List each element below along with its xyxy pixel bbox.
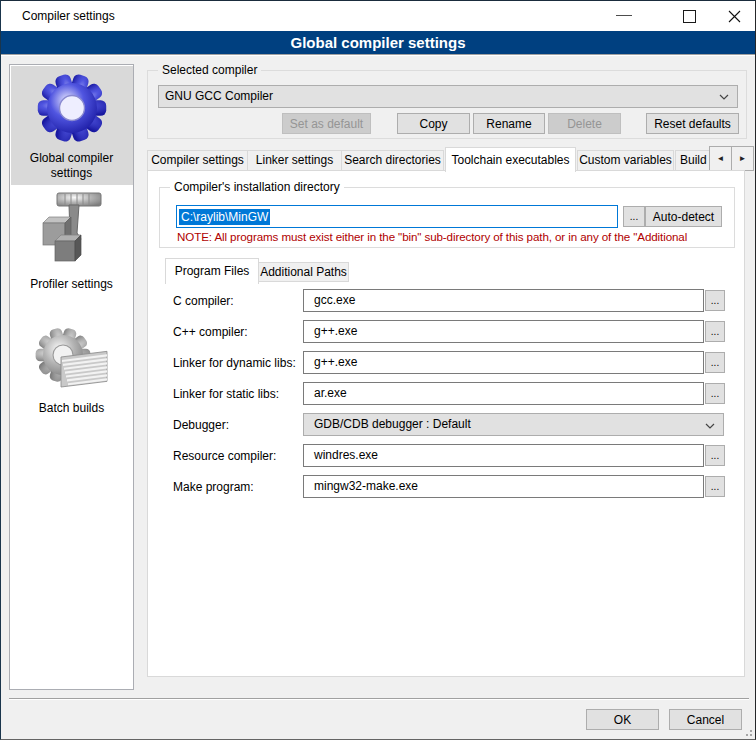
linker-static-browse-button[interactable]: ... xyxy=(705,383,725,404)
tab-build-options[interactable]: Build options xyxy=(675,150,710,171)
close-icon xyxy=(727,9,742,24)
resource-compiler-input[interactable]: windres.exe xyxy=(303,444,704,467)
page-title: Global compiler settings xyxy=(1,31,755,54)
make-program-label: Make program: xyxy=(173,480,254,494)
subtab-program-files[interactable]: Program Files xyxy=(165,258,259,284)
c-compiler-input[interactable]: gcc.exe xyxy=(303,289,704,312)
note-text: NOTE: All programs must exist either in … xyxy=(177,230,736,243)
cpp-compiler-label: C++ compiler: xyxy=(173,325,248,339)
maximize-button[interactable] xyxy=(683,10,696,23)
browse-directory-button[interactable]: ... xyxy=(623,206,645,227)
tab-compiler-settings[interactable]: Compiler settings xyxy=(147,150,248,171)
tab-search-directories[interactable]: Search directories xyxy=(341,150,444,171)
cpp-compiler-input[interactable]: g++.exe xyxy=(303,320,704,343)
resource-compiler-label: Resource compiler: xyxy=(173,449,276,463)
reset-defaults-button[interactable]: Reset defaults xyxy=(646,113,739,134)
linker-dynamic-input[interactable]: g++.exe xyxy=(303,351,704,374)
sidebar-item-label-line2: settings xyxy=(10,166,133,180)
make-program-browse-button[interactable]: ... xyxy=(705,476,725,497)
installation-directory-group-label: Compiler's installation directory xyxy=(170,180,344,194)
c-compiler-browse-button[interactable]: ... xyxy=(705,290,725,311)
global-compiler-settings-gear-icon xyxy=(35,69,109,147)
installation-directory-input[interactable]: C:\raylib\MinGW xyxy=(176,205,618,228)
debugger-select-value: GDB/CDB debugger : Default xyxy=(314,417,471,431)
installation-directory-value: C:\raylib\MinGW xyxy=(179,209,270,225)
chevron-down-icon xyxy=(705,423,715,429)
batch-builds-icon xyxy=(33,323,111,395)
minimize-button[interactable] xyxy=(616,15,633,17)
resize-grip[interactable] xyxy=(744,728,752,736)
cpp-compiler-browse-button[interactable]: ... xyxy=(705,321,725,342)
window-title: Compiler settings xyxy=(22,9,115,23)
set-as-default-button[interactable]: Set as default xyxy=(282,113,371,134)
make-program-input[interactable]: mingw32-make.exe xyxy=(303,475,704,498)
arrow-right-icon: ► xyxy=(739,154,747,163)
resource-compiler-browse-button[interactable]: ... xyxy=(705,445,725,466)
linker-dynamic-browse-button[interactable]: ... xyxy=(705,352,725,373)
close-button[interactable] xyxy=(727,9,742,24)
linker-static-label: Linker for static libs: xyxy=(173,387,279,401)
selected-compiler-group-label: Selected compiler xyxy=(158,63,261,77)
ok-button[interactable]: OK xyxy=(586,709,659,730)
tab-custom-variables[interactable]: Custom variables xyxy=(577,150,674,171)
tab-linker-settings[interactable]: Linker settings xyxy=(247,150,342,171)
rename-button[interactable]: Rename xyxy=(473,113,545,134)
settings-category-list: Global compiler settings Profiler settin… xyxy=(9,64,134,690)
c-compiler-label: C compiler: xyxy=(173,294,234,308)
sidebar-item-profiler-settings[interactable]: Profiler settings xyxy=(10,277,133,291)
copy-button[interactable]: Copy xyxy=(397,113,470,134)
tab-toolchain-executables[interactable]: Toolchain executables xyxy=(445,147,576,172)
cancel-button[interactable]: Cancel xyxy=(669,709,742,730)
sidebar-item-batch-builds[interactable]: Batch builds xyxy=(10,401,133,415)
auto-detect-button[interactable]: Auto-detect xyxy=(645,206,722,227)
chevron-down-icon xyxy=(719,94,729,100)
compiler-select-value: GNU GCC Compiler xyxy=(165,89,273,103)
title-bar: Compiler settings xyxy=(1,1,755,31)
debugger-select[interactable]: GDB/CDB debugger : Default xyxy=(303,413,724,436)
linker-static-input[interactable]: ar.exe xyxy=(303,382,704,405)
dialog-window: Compiler settings Global compiler settin… xyxy=(0,0,756,740)
tab-scroll-left-button[interactable]: ◄ xyxy=(709,146,732,171)
arrow-left-icon: ◄ xyxy=(717,154,725,163)
profiler-settings-icon xyxy=(39,189,105,273)
subtab-additional-paths[interactable]: Additional Paths xyxy=(258,262,349,282)
linker-dynamic-label: Linker for dynamic libs: xyxy=(173,356,296,370)
debugger-label: Debugger: xyxy=(173,418,229,432)
compiler-select[interactable]: GNU GCC Compiler xyxy=(158,85,738,108)
delete-button[interactable]: Delete xyxy=(548,113,621,134)
tab-scroll-right-button[interactable]: ► xyxy=(731,146,754,171)
sidebar-item-label-line1: Global compiler xyxy=(10,151,133,165)
